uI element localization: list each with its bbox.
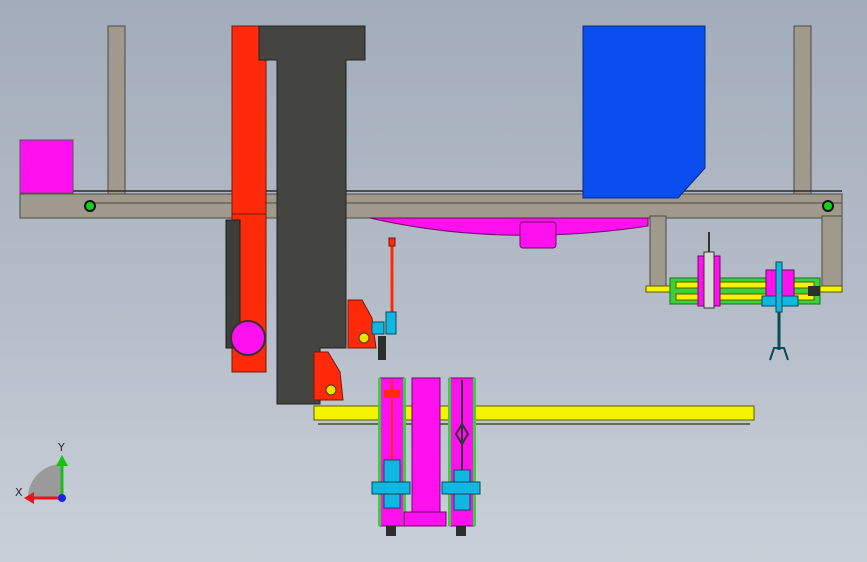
magenta-block-left — [19, 139, 74, 194]
pivot-right-icon — [822, 200, 834, 212]
vertical-module-right — [441, 377, 481, 536]
frame-left-post — [107, 25, 126, 207]
assembly-drawing[interactable] — [0, 0, 867, 562]
gripper-rail — [645, 232, 843, 361]
lower-bracket-pin-icon — [325, 384, 337, 396]
magenta-cap — [519, 221, 557, 249]
blue-box — [582, 25, 706, 199]
x-axis-label: X — [15, 486, 23, 499]
frame-right-leg-a — [649, 215, 667, 289]
axis-triad — [24, 455, 68, 504]
pivot-left-icon — [84, 200, 96, 212]
cad-viewport[interactable]: X Y — [0, 0, 867, 562]
frame-right-leg-b — [821, 215, 843, 293]
z-axis-icon — [58, 494, 66, 502]
upper-bracket-pin-icon — [358, 332, 370, 344]
magenta-arc — [369, 217, 649, 236]
magenta-wheel — [230, 320, 266, 356]
frame-right-post — [793, 25, 812, 207]
y-axis-label: Y — [58, 441, 65, 454]
center-magenta-post — [411, 377, 441, 527]
frame-beam — [19, 193, 843, 219]
frame — [19, 25, 843, 293]
